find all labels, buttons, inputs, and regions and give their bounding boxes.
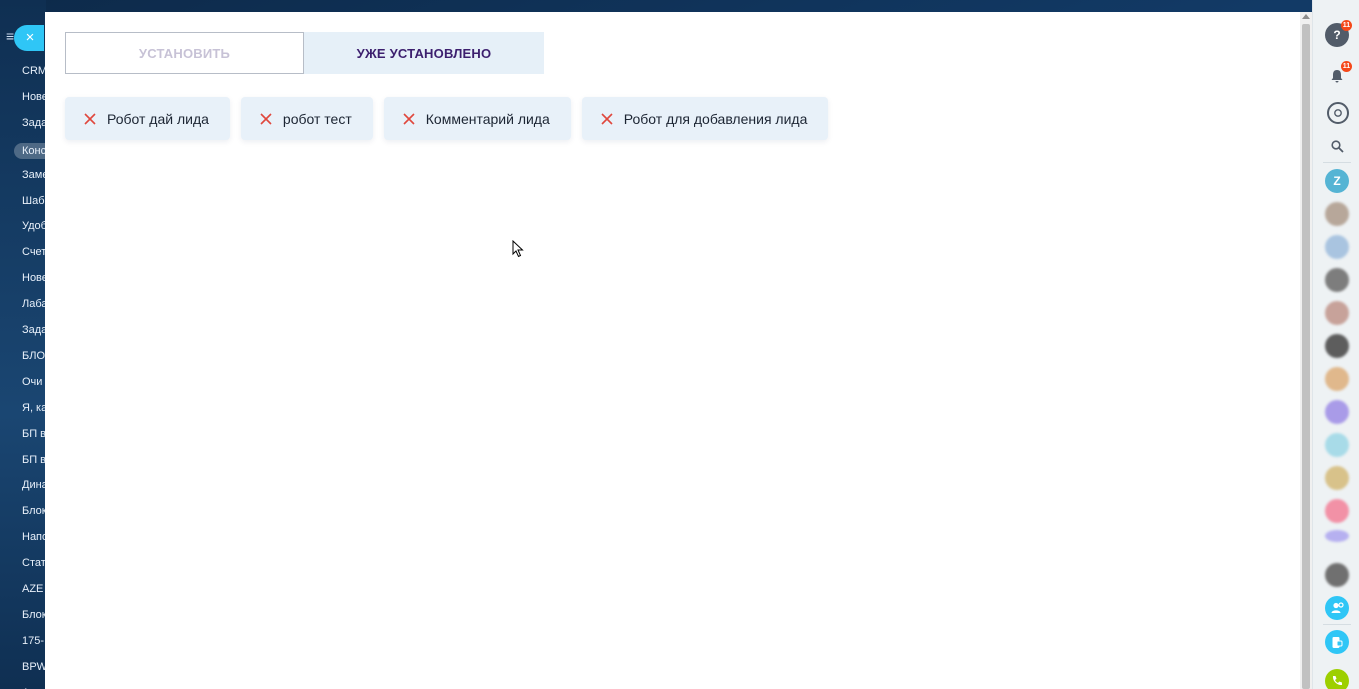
close-icon: × <box>25 29 35 46</box>
robot-chip: Робот дай лида <box>65 97 230 140</box>
background-menu-item: Блок <box>22 608 46 621</box>
background-menu-item: Конс <box>14 142 46 159</box>
avatar[interactable] <box>1325 301 1349 325</box>
tab-installed[interactable]: УЖЕ УСТАНОВЛЕНО <box>304 32 544 74</box>
background-menu-item: Шаб <box>22 194 45 207</box>
tabs: УСТАНОВИТЬ УЖЕ УСТАНОВЛЕНО <box>65 32 544 74</box>
background-menu-item: Нове <box>22 272 46 285</box>
background-menu-item: БП в <box>22 453 46 466</box>
phone-icon[interactable] <box>1325 669 1349 689</box>
background-menu-item: Напо <box>22 531 46 544</box>
robot-chip-label: Комментарий лида <box>425 110 550 127</box>
tab-install-label: УСТАНОВИТЬ <box>138 45 231 61</box>
avatar[interactable] <box>1325 334 1349 358</box>
robot-chip: Комментарий лида <box>383 97 571 140</box>
avatar[interactable] <box>1325 530 1349 542</box>
avatar[interactable] <box>1325 433 1349 457</box>
tab-install[interactable]: УСТАНОВИТЬ <box>65 32 304 74</box>
background-menu-item: Я, ка <box>22 401 46 414</box>
background-menu-item: Лаба <box>22 298 46 311</box>
open-lines-icon[interactable] <box>1325 630 1349 654</box>
background-menu-item: Нове <box>22 90 46 103</box>
background-menu-item: БЛО <box>22 349 45 362</box>
avatar[interactable] <box>1325 400 1349 424</box>
messenger-icon[interactable] <box>1327 102 1349 124</box>
background-menu-item: AZE <box>22 583 44 595</box>
help-badge: 11 <box>1341 20 1352 31</box>
background-menu-item: Зада <box>22 116 46 129</box>
right-sidebar: ? 11 11 Z <box>1312 0 1359 689</box>
background-menu-item: 175- <box>22 634 45 647</box>
avatar[interactable] <box>1325 367 1349 391</box>
background-menu-item: БП в <box>22 427 46 440</box>
avatar[interactable] <box>1325 235 1349 259</box>
help-icon[interactable]: ? 11 <box>1325 20 1352 47</box>
robot-chip: робот тест <box>240 97 373 140</box>
remove-icon[interactable] <box>259 112 273 126</box>
background-menu-item: Заме <box>22 168 46 181</box>
background-menu-item: Дина <box>22 479 46 492</box>
background-menu-item: Блок <box>22 505 46 518</box>
scroll-up-icon[interactable] <box>1302 14 1310 19</box>
robot-chip: Робот для добавления лида <box>581 97 829 140</box>
notifications-bell-icon[interactable]: 11 <box>1325 61 1352 88</box>
background-menu-item: Счет <box>22 246 46 259</box>
robot-chip-label: робот тест <box>282 110 352 127</box>
scroll-thumb[interactable] <box>1302 24 1310 689</box>
mouse-cursor-icon <box>512 240 524 258</box>
avatar[interactable] <box>1325 563 1349 587</box>
robot-chip-label: Робот дай лида <box>107 110 209 127</box>
tab-installed-label: УЖЕ УСТАНОВЛЕНО <box>356 45 492 61</box>
user-avatar[interactable]: Z <box>1325 169 1349 193</box>
avatar[interactable] <box>1325 499 1349 523</box>
background-menu-item: Стат <box>22 557 46 570</box>
slider-panel: УСТАНОВИТЬ УЖЕ УСТАНОВЛЕНО Робот дай лид… <box>45 12 1300 689</box>
background-menu-item: CRM <box>22 65 46 77</box>
background-menu-item: Зада <box>22 324 46 336</box>
search-icon[interactable] <box>1325 134 1349 158</box>
remove-icon[interactable] <box>600 112 614 126</box>
panel-scrollbar[interactable] <box>1300 12 1312 689</box>
menu-hamburger-icon[interactable]: ≡ <box>6 28 14 44</box>
avatar[interactable] <box>1325 202 1349 226</box>
remove-icon[interactable] <box>402 112 416 126</box>
background-menu-item: BPW <box>22 660 46 673</box>
avatar[interactable] <box>1325 268 1349 292</box>
remove-icon[interactable] <box>83 112 97 126</box>
close-slider-button[interactable]: × <box>14 25 44 51</box>
background-menu-item: Удоб <box>22 220 46 233</box>
add-user-icon[interactable] <box>1325 596 1349 620</box>
avatar[interactable] <box>1325 466 1349 490</box>
notifications-badge: 11 <box>1341 61 1352 72</box>
background-menu-item: Очи <box>22 375 43 388</box>
robot-chip-label: Робот для добавления лида <box>623 110 808 127</box>
background-left-menu: ≡ CRM Нове Зада Конс Заме Шаб Удоб Счет Нове Лаба… <box>0 0 46 689</box>
installed-robots-list: Робот дай лида робот тест Комментарий ли… <box>65 97 829 140</box>
